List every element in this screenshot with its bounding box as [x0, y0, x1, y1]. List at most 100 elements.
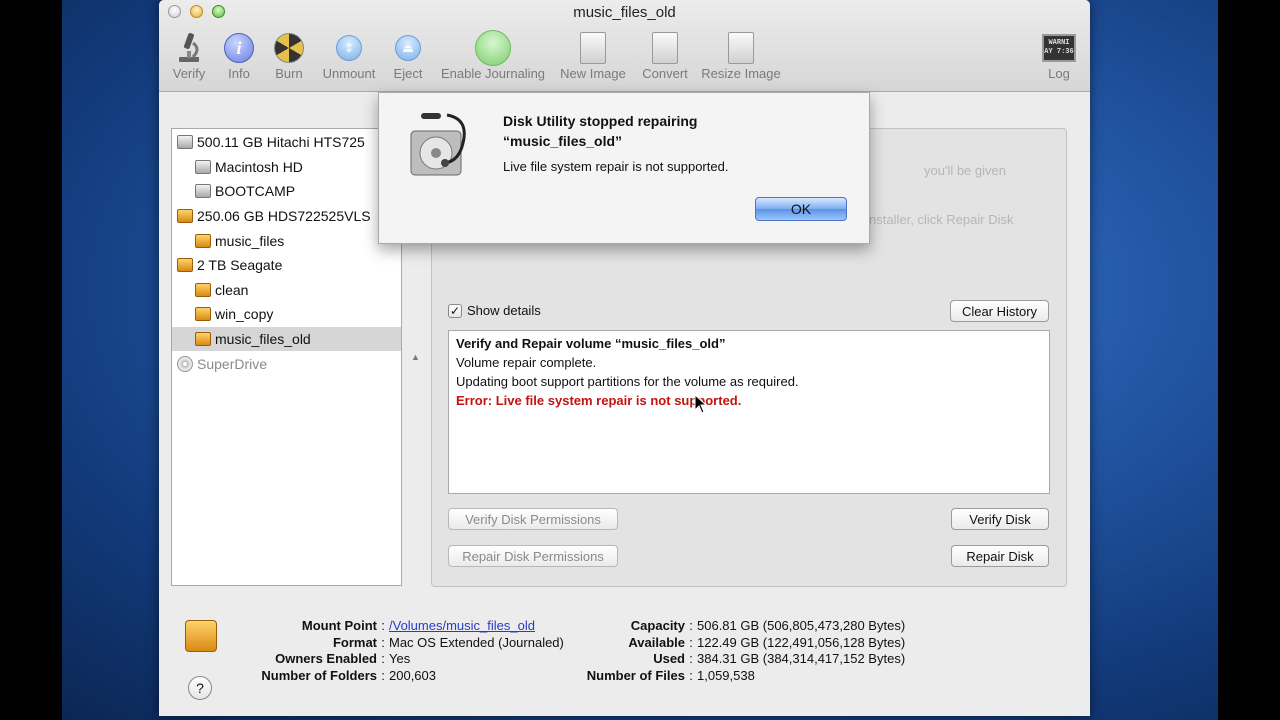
- info-value: 506.81 GB (506,805,473,280 Bytes): [697, 618, 906, 633]
- checkbox-checked-icon: ✓: [448, 303, 462, 318]
- internal-drive-icon: [177, 135, 193, 150]
- sidebar-item-label: SuperDrive: [197, 355, 268, 372]
- new-image-icon: [580, 32, 606, 64]
- sidebar-item-label: BOOTCAMP: [215, 183, 296, 200]
- microscope-icon: [167, 30, 211, 66]
- info-key: Owners Enabled: [275, 651, 377, 666]
- unmount-icon: ⇕: [336, 35, 362, 61]
- sidebar-item-music-files[interactable]: music_files: [172, 228, 401, 253]
- eject-label: Eject: [393, 66, 423, 81]
- sidebar-item-hds722525vls[interactable]: 250.06 GB HDS722525VLS: [172, 204, 401, 229]
- alert-title-line-2: “music_files_old”: [503, 133, 623, 149]
- window-title: music_files_old: [573, 4, 676, 21]
- mouse-cursor-icon: [694, 393, 708, 417]
- sidebar-item-label: music_files_old: [215, 331, 311, 348]
- sidebar-item-hitachi[interactable]: 500.11 GB Hitachi HTS725: [172, 130, 401, 155]
- new-image-label: New Image: [560, 66, 626, 81]
- resize-image-icon: [728, 32, 754, 64]
- resize-image-button[interactable]: Resize Image: [699, 30, 783, 81]
- external-volume-icon: [195, 233, 211, 248]
- info-key: Format: [332, 634, 377, 650]
- convert-label: Convert: [642, 66, 688, 81]
- show-details-label: Show details: [467, 303, 541, 318]
- toolbar: music_files_old Verify i Info Burn ⇕ Unm…: [159, 0, 1090, 92]
- info-label: Info: [228, 66, 250, 81]
- log-button[interactable]: WARNI AY 7:36 Log: [1039, 30, 1079, 81]
- background-text-1: you'll be given: [924, 163, 1006, 178]
- log-console-icon: WARNI AY 7:36: [1042, 34, 1076, 62]
- right-bezel: [1218, 0, 1280, 720]
- info-left-block: Mount Point:/Volumes/music_files_old For…: [229, 618, 564, 684]
- info-value: Yes: [389, 651, 411, 666]
- sidebar-item-clean[interactable]: clean: [172, 278, 401, 303]
- sidebar-item-music-files-old[interactable]: music_files_old: [172, 326, 401, 352]
- verify-disk-permissions-button[interactable]: Verify Disk Permissions: [448, 508, 618, 530]
- sidebar-item-macintosh-hd[interactable]: Macintosh HD: [172, 155, 401, 180]
- log-icon-line-1: WARNI: [1048, 39, 1070, 47]
- enable-journaling-button[interactable]: Enable Journaling: [436, 30, 550, 81]
- sidebar-item-superdrive[interactable]: SuperDrive: [172, 351, 401, 376]
- mount-point-link[interactable]: /Volumes/music_files_old: [389, 618, 535, 635]
- info-value: 122.49 GB (122,491,056,128 Bytes): [697, 634, 906, 650]
- log-line: Updating boot support partitions for the…: [456, 374, 799, 389]
- info-key: Capacity: [630, 618, 685, 633]
- log-error-line: Error: Live file system repair is not su…: [456, 393, 742, 408]
- show-details-checkbox[interactable]: ✓ Show details: [448, 303, 541, 318]
- disk-utility-stethoscope-icon: [407, 109, 475, 181]
- info-key: Number of Files: [586, 667, 685, 683]
- burn-label: Burn: [275, 66, 303, 81]
- info-key: Used: [653, 651, 685, 666]
- alert-title: Disk Utility stopped repairing “music_fi…: [503, 111, 697, 151]
- info-button[interactable]: i Info: [219, 30, 259, 81]
- enable-journaling-label: Enable Journaling: [440, 66, 546, 81]
- info-value: Mac OS Extended (Journaled): [389, 634, 564, 650]
- unmount-label: Unmount: [322, 66, 376, 81]
- new-image-button[interactable]: New Image: [557, 30, 629, 81]
- eject-button[interactable]: ⏏ Eject: [389, 30, 427, 81]
- log-line: Volume repair complete.: [456, 355, 597, 370]
- sidebar-resize-handle[interactable]: ▲: [411, 352, 420, 362]
- eject-icon: ⏏: [395, 35, 421, 61]
- external-drive-icon: [177, 209, 193, 224]
- background-text-2: nstaller, click Repair Disk: [869, 212, 1014, 227]
- clear-history-button[interactable]: Clear History: [950, 300, 1049, 322]
- alert-title-line-1: Disk Utility stopped repairing: [503, 113, 698, 129]
- optical-drive-icon: [177, 355, 193, 372]
- external-drive-icon: [177, 258, 193, 273]
- info-key: Mount Point: [301, 618, 377, 633]
- info-value: 200,603: [389, 667, 436, 683]
- left-bezel: [0, 0, 62, 720]
- journaling-icon: [475, 30, 511, 66]
- resize-image-label: Resize Image: [701, 66, 781, 81]
- log-icon-line-2: AY 7:36: [1044, 48, 1074, 56]
- help-button[interactable]: ?: [188, 676, 212, 700]
- repair-disk-permissions-button[interactable]: Repair Disk Permissions: [448, 545, 618, 567]
- burn-button[interactable]: Burn: [269, 30, 309, 81]
- convert-button[interactable]: Convert: [637, 30, 693, 81]
- info-key: Available: [628, 634, 685, 650]
- external-volume-icon: [195, 332, 211, 347]
- sidebar-item-label: win_copy: [215, 306, 274, 323]
- external-volume-icon: [195, 307, 211, 322]
- sidebar-item-bootcamp[interactable]: BOOTCAMP: [172, 179, 401, 204]
- unmount-button[interactable]: ⇕ Unmount: [317, 30, 381, 81]
- verify-label: Verify: [172, 66, 206, 81]
- sidebar-item-label: 2 TB Seagate: [197, 257, 283, 274]
- ok-button[interactable]: OK: [755, 197, 847, 221]
- verify-button[interactable]: Verify: [167, 30, 211, 81]
- sidebar-item-label: music_files: [215, 232, 285, 249]
- verify-disk-button[interactable]: Verify Disk: [951, 508, 1049, 530]
- volume-info-icon: [185, 620, 217, 652]
- info-value: 1,059,538: [697, 667, 755, 683]
- sidebar-item-win-copy[interactable]: win_copy: [172, 302, 401, 327]
- repair-disk-button[interactable]: Repair Disk: [951, 545, 1049, 567]
- alert-message: Live file system repair is not supported…: [503, 159, 729, 174]
- sidebar-item-label: 500.11 GB Hitachi HTS725: [197, 134, 365, 151]
- external-volume-icon: [195, 282, 211, 297]
- volume-icon: [195, 159, 211, 174]
- info-icon: i: [224, 33, 254, 63]
- sidebar-item-seagate[interactable]: 2 TB Seagate: [172, 253, 401, 278]
- log-line: Verify and Repair volume “music_files_ol…: [456, 336, 726, 351]
- info-value: 384.31 GB (384,314,417,152 Bytes): [697, 651, 906, 666]
- info-key: Number of Folders: [261, 667, 377, 683]
